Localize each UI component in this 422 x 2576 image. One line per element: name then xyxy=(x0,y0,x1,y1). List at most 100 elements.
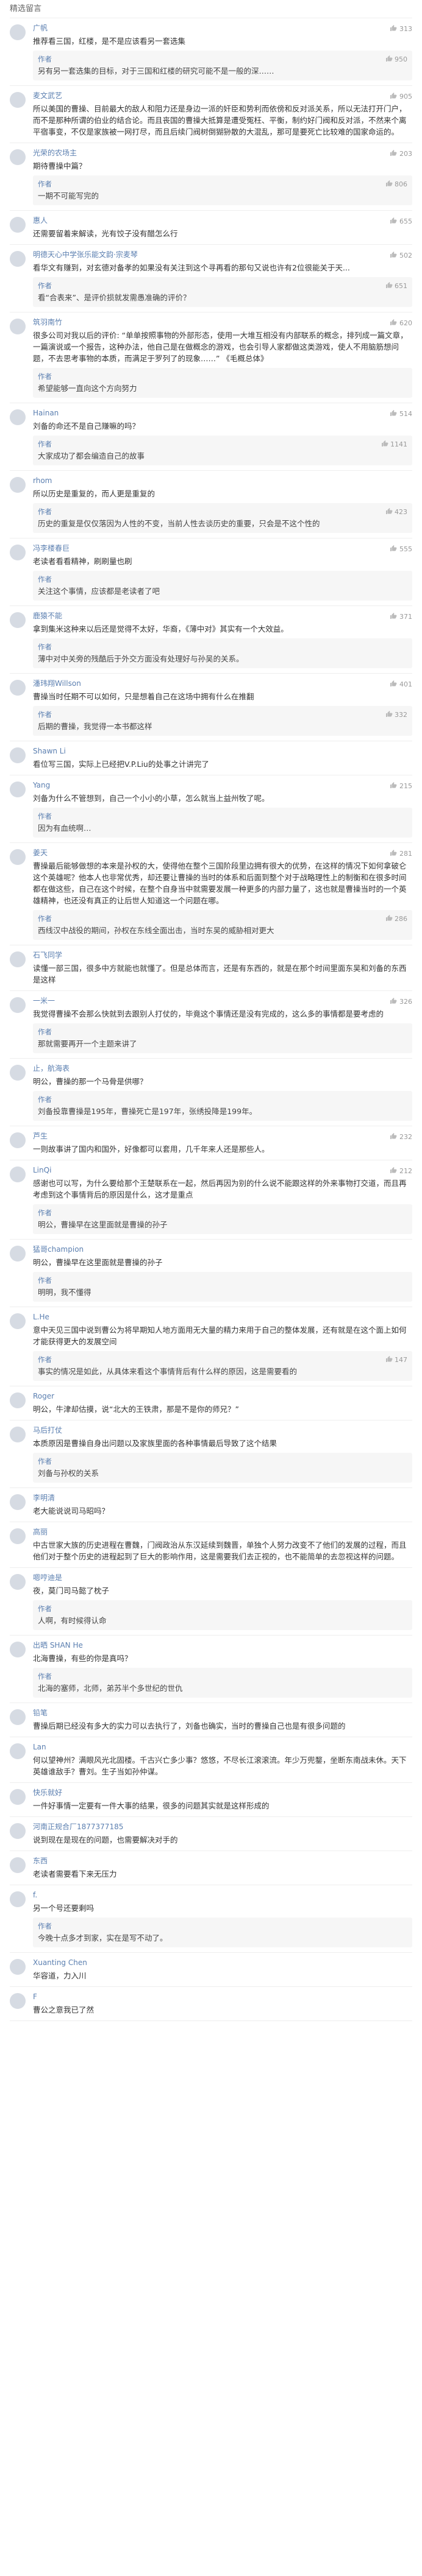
comment-author[interactable]: f. xyxy=(33,1890,412,1900)
avatar[interactable] xyxy=(10,149,26,165)
avatar[interactable] xyxy=(10,1166,26,1182)
like-button[interactable]: 203 xyxy=(390,149,412,158)
comment-author[interactable]: Shawn Li xyxy=(33,746,412,756)
avatar[interactable] xyxy=(10,92,26,108)
avatar[interactable] xyxy=(10,747,26,763)
reply-like-button[interactable]: 651 xyxy=(385,281,407,291)
like-button[interactable]: 313 xyxy=(390,24,412,34)
avatar[interactable] xyxy=(10,217,26,233)
avatar[interactable] xyxy=(10,1993,26,2009)
avatar[interactable] xyxy=(10,251,26,267)
avatar[interactable] xyxy=(10,951,26,967)
like-button[interactable]: 371 xyxy=(390,612,412,621)
avatar[interactable] xyxy=(10,1427,26,1442)
avatar[interactable] xyxy=(10,1246,26,1262)
avatar[interactable] xyxy=(10,782,26,797)
avatar[interactable] xyxy=(10,1065,26,1081)
like-button[interactable]: 401 xyxy=(390,680,412,689)
comment-author[interactable]: 东西 xyxy=(33,1856,412,1866)
avatar[interactable] xyxy=(10,545,26,560)
avatar[interactable] xyxy=(10,1528,26,1544)
comment-author[interactable]: 出晒 SHAN He xyxy=(33,1640,412,1650)
comment-author[interactable]: 芦生 xyxy=(33,1131,412,1141)
comment-author[interactable]: 高丽 xyxy=(33,1527,412,1537)
avatar[interactable] xyxy=(10,1709,26,1725)
comment-author[interactable]: Yang xyxy=(33,780,412,790)
reply-like-button[interactable]: 147 xyxy=(385,1355,407,1364)
avatar[interactable] xyxy=(10,849,26,865)
avatar[interactable] xyxy=(10,1132,26,1148)
like-button[interactable]: 212 xyxy=(390,1166,412,1176)
comment-author[interactable]: Lan xyxy=(33,1742,412,1752)
like-button[interactable]: 215 xyxy=(390,782,412,791)
avatar[interactable] xyxy=(10,1574,26,1590)
avatar[interactable] xyxy=(10,1789,26,1805)
comment-author[interactable]: 一米一 xyxy=(33,996,412,1006)
reply-header: 作者 xyxy=(38,574,407,584)
comment-author[interactable]: Xuanting Chen xyxy=(33,1958,412,1967)
avatar[interactable] xyxy=(10,1642,26,1657)
avatar[interactable] xyxy=(10,997,26,1013)
comment-author[interactable]: 冯李楼春巨 xyxy=(33,543,412,553)
reply-like-button[interactable]: 423 xyxy=(385,507,407,517)
like-button[interactable]: 232 xyxy=(390,1132,412,1142)
avatar[interactable] xyxy=(10,612,26,628)
comment-author[interactable]: 广帆 xyxy=(33,23,412,33)
comment-author[interactable]: 明德天心中学张乐能文韵·宗麦琴 xyxy=(33,250,412,259)
comment-author[interactable]: 铅笔 xyxy=(33,1708,412,1718)
comment-author[interactable]: 马后打仗 xyxy=(33,1425,412,1435)
comment-item: 河南正规合厂1877377185 说到现在是现在的问题，也需要解决对手的 xyxy=(10,1817,412,1851)
avatar[interactable] xyxy=(10,1857,26,1873)
avatar[interactable] xyxy=(10,1743,26,1759)
like-button[interactable]: 555 xyxy=(390,545,412,554)
comment-author[interactable]: 止，航海表 xyxy=(33,1064,412,1073)
avatar[interactable] xyxy=(10,477,26,493)
like-button[interactable]: 502 xyxy=(390,251,412,260)
avatar[interactable] xyxy=(10,1494,26,1510)
comment-item: 高丽 中古世家大族的历史进程在曹魏，门阀政治从东汉延续到魏晋，单独个人努力改变不了… xyxy=(10,1522,412,1568)
comment-text: 感谢也可以写，为什么要给那个王楚联系在一起，然后再因为别的什么说不能跟这样的外来… xyxy=(33,1179,407,1199)
avatar[interactable] xyxy=(10,1891,26,1907)
avatar[interactable] xyxy=(10,1823,26,1839)
comment-author[interactable]: 潘玮翔Willson xyxy=(33,679,412,688)
reply-like-button[interactable]: 332 xyxy=(385,710,407,719)
comment-author[interactable]: 筑羽南竹 xyxy=(33,317,412,327)
comment-author[interactable]: 麦文武艺 xyxy=(33,91,412,101)
avatar[interactable] xyxy=(10,1959,26,1975)
comment-author[interactable]: F xyxy=(33,1992,412,2002)
like-button[interactable]: 281 xyxy=(390,849,412,858)
reply-like-button[interactable]: 806 xyxy=(385,179,407,189)
avatar[interactable] xyxy=(10,1313,26,1329)
comment-author[interactable]: rhom xyxy=(33,476,412,485)
reply-like-button[interactable]: 286 xyxy=(385,914,407,923)
comment-author[interactable]: L.He xyxy=(33,1312,412,1322)
avatar[interactable] xyxy=(10,24,26,40)
comment-author[interactable]: 惠人 xyxy=(33,216,412,225)
comment-author[interactable]: LinQi xyxy=(33,1165,412,1175)
comment-author[interactable]: 李明清 xyxy=(33,1493,412,1503)
comment-author[interactable]: 鹿猿不能 xyxy=(33,611,412,621)
avatar[interactable] xyxy=(10,319,26,334)
comment-author[interactable]: 石飞同学 xyxy=(33,950,412,960)
avatar[interactable] xyxy=(10,409,26,425)
avatar[interactable] xyxy=(10,1392,26,1408)
avatar[interactable] xyxy=(10,680,26,696)
comment-author[interactable]: 光荣的农场主 xyxy=(33,148,412,158)
comment-text: 本质原因是曹操自身出问题以及家族里面的各种事情最后导致了这个结果 xyxy=(33,1439,277,1448)
comment-author[interactable]: 嗯哼迪是 xyxy=(33,1573,412,1583)
comment-author[interactable]: 猛哥champion xyxy=(33,1244,412,1254)
comment-author[interactable]: Roger xyxy=(33,1391,412,1401)
reply-like-button[interactable]: 1141 xyxy=(381,439,407,449)
comment-author[interactable]: 快乐就好 xyxy=(33,1788,412,1798)
like-button[interactable]: 326 xyxy=(390,997,412,1006)
comment-author[interactable]: 河南正规合厂1877377185 xyxy=(33,1822,412,1832)
comment-author[interactable]: Hainan xyxy=(33,408,412,418)
thumbs-up-icon xyxy=(390,251,397,260)
thumbs-up-icon xyxy=(385,710,393,719)
like-button[interactable]: 905 xyxy=(390,92,412,101)
like-button[interactable]: 620 xyxy=(390,319,412,328)
comment-author[interactable]: 姜天 xyxy=(33,848,412,858)
reply-like-button[interactable]: 950 xyxy=(385,54,407,64)
like-button[interactable]: 655 xyxy=(390,217,412,226)
like-button[interactable]: 514 xyxy=(390,409,412,418)
